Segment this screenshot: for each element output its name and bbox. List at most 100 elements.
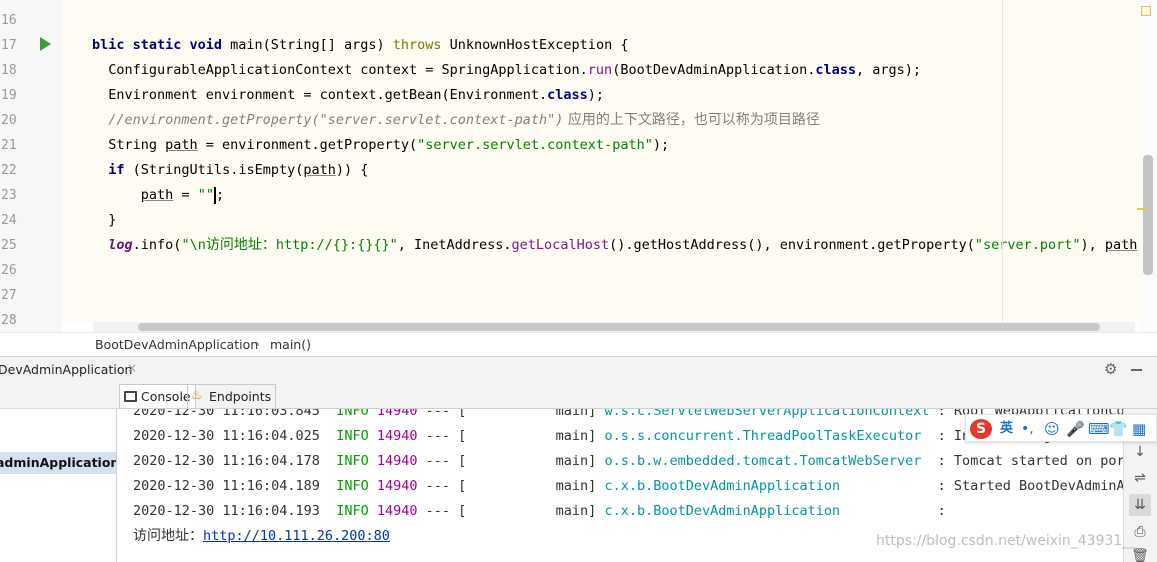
warning-stripe-marker[interactable] — [1137, 208, 1145, 210]
code-token: Environment environment = context.getBea… — [92, 87, 548, 103]
code-token: "" — [197, 187, 214, 203]
code-token: path — [165, 137, 198, 153]
tab-endpoints[interactable]: ♨ Endpoints — [187, 384, 277, 408]
console-token: --- [ main] — [417, 503, 605, 519]
keyboard-icon[interactable]: ⌨ — [1088, 419, 1110, 439]
run-main-icon[interactable] — [40, 37, 51, 51]
code-token: path — [303, 162, 336, 178]
code-token: class — [547, 87, 588, 103]
console-token — [369, 503, 377, 519]
console-token: INFO — [336, 453, 369, 469]
ime-language-toggle[interactable]: 英 — [1000, 419, 1013, 439]
code-token: path — [140, 187, 174, 203]
skin-icon[interactable]: 👕 — [1109, 419, 1128, 439]
line-number: 23 — [1, 188, 17, 203]
code-line[interactable]: //environment.getProperty("server.servle… — [92, 108, 820, 133]
scrollbar-thumb[interactable] — [138, 323, 1100, 331]
endpoints-icon: ♨ — [191, 388, 203, 403]
code-line[interactable]: if (StringUtils.isEmpty(path)) { — [92, 158, 368, 183]
gear-icon[interactable]: ⚙ — [1104, 360, 1117, 378]
breadcrumb-separator: › — [255, 336, 260, 351]
console-token: INFO — [336, 503, 369, 519]
microphone-icon[interactable]: 🎤 — [1066, 419, 1085, 439]
code-token: , InetAddress. — [397, 237, 512, 253]
code-token: ); — [587, 87, 605, 103]
ime-toolbar: S 英 •, ☺ 🎤 ⌨ 👕 ▦ — [965, 414, 1157, 442]
sogou-logo-icon[interactable]: S — [970, 419, 992, 439]
code-token: UnknownHostException { — [449, 37, 629, 53]
code-area[interactable]: blic static void main(String[] args) thr… — [62, 0, 1140, 322]
code-line[interactable]: Environment environment = context.getBea… — [92, 83, 604, 108]
code-token: String — [92, 137, 166, 153]
toolbox-icon[interactable]: ▦ — [1132, 419, 1146, 439]
code-token: "server.port" — [974, 237, 1081, 253]
console-token: 2020-12-30 11:16:04.189 — [133, 478, 337, 494]
code-line[interactable]: String path = environment.getProperty("s… — [92, 133, 669, 158]
services-toolbar — [0, 382, 117, 409]
code-line[interactable]: blic static void main(String[] args) thr… — [92, 33, 628, 58]
console-token: --- [ main] — [417, 453, 605, 469]
scrollbar-thumb[interactable] — [1143, 155, 1153, 275]
code-token: class — [815, 62, 857, 78]
code-line[interactable]: log.info("\n访问地址：http://{}:{}{}", InetAd… — [92, 233, 1140, 258]
console-token: 2020-12-30 11:16:04.178 — [133, 453, 337, 469]
code-editor[interactable]: 16 17 18 19 20 21 22 23 24 25 26 27 28 blic static v… — [0, 0, 1157, 356]
soft-wrap-icon[interactable]: ⇌ — [1129, 467, 1151, 489]
run-configuration-tab[interactable]: DevAdminApplication — [0, 362, 132, 377]
console-token: 访问地址： — [133, 528, 203, 544]
code-token: run — [587, 62, 613, 78]
line-number: 26 — [1, 263, 17, 278]
close-icon[interactable]: × — [127, 361, 137, 375]
code-line[interactable]: ConfigurableApplicationContext context =… — [92, 58, 921, 83]
code-token: ); — [652, 137, 670, 153]
line-number: 17 — [1, 38, 17, 53]
tab-console[interactable]: Console — [119, 384, 196, 408]
line-number: 16 — [1, 13, 17, 28]
code-line[interactable]: } — [92, 208, 116, 233]
code-token: ; — [215, 187, 225, 203]
code-token: //environment.getProperty("server.servle… — [92, 112, 564, 128]
console-token: : Started BootDevAdminApp — [840, 478, 1123, 494]
console-url-link[interactable]: http://10.111.26.200:80 — [203, 528, 390, 544]
line-number: 28 — [1, 313, 17, 328]
console-token: w.s.c.ServletWebServerApplicationContext — [604, 409, 930, 419]
code-token: 应用的上下文路径，也可以称为项目路径 — [563, 112, 820, 128]
line-number: 24 — [1, 213, 17, 228]
code-token: getLocalHost — [511, 237, 610, 253]
console-token: INFO — [336, 428, 369, 444]
tab-console-label: Console — [141, 389, 191, 404]
line-number: 27 — [1, 288, 17, 303]
punctuation-icon[interactable]: •, — [1021, 419, 1034, 439]
scroll-to-end-icon[interactable]: ⇊ — [1129, 494, 1151, 516]
analysis-status-icon[interactable] — [1141, 6, 1151, 16]
breadcrumb: BootDevAdminApplication › main() — [0, 332, 1157, 356]
editor-horizontal-scrollbar[interactable] — [93, 322, 1135, 332]
console-token: --- [ main] — [417, 409, 605, 419]
emoji-icon[interactable]: ☺ — [1044, 419, 1060, 439]
service-item[interactable]: adminApplication :6 — [0, 452, 116, 474]
line-number: 19 — [1, 88, 17, 103]
code-token: path — [1104, 237, 1138, 253]
code-token: , args); — [856, 62, 922, 78]
code-token: = — [173, 187, 198, 203]
line-number: 20 — [1, 113, 17, 128]
code-token: log — [108, 237, 133, 253]
console-line: 2020-12-30 11:16:04.178 INFO 14940 --- [… — [133, 449, 1123, 474]
console-token: --- [ main] — [417, 478, 605, 494]
tab-endpoints-label: Endpoints — [209, 389, 272, 404]
code-token: = environment.getProperty( — [197, 137, 418, 153]
editor-vertical-scrollbar[interactable] — [1140, 0, 1157, 332]
breadcrumb-method[interactable]: main() — [270, 337, 311, 352]
minimize-icon[interactable] — [1131, 369, 1142, 371]
code-line[interactable]: path = ""; — [92, 183, 224, 208]
console-icon — [124, 391, 137, 402]
code-token: "\n — [181, 237, 206, 253]
breadcrumb-class[interactable]: BootDevAdminApplication — [95, 337, 258, 352]
service-item-label: adminApplication — [0, 455, 116, 470]
right-margin-guide — [1002, 0, 1003, 322]
code-token: throws — [392, 37, 450, 53]
code-token: http://{}:{}{}" — [275, 237, 398, 253]
arrow-down-icon[interactable]: ↓ — [1129, 441, 1151, 463]
